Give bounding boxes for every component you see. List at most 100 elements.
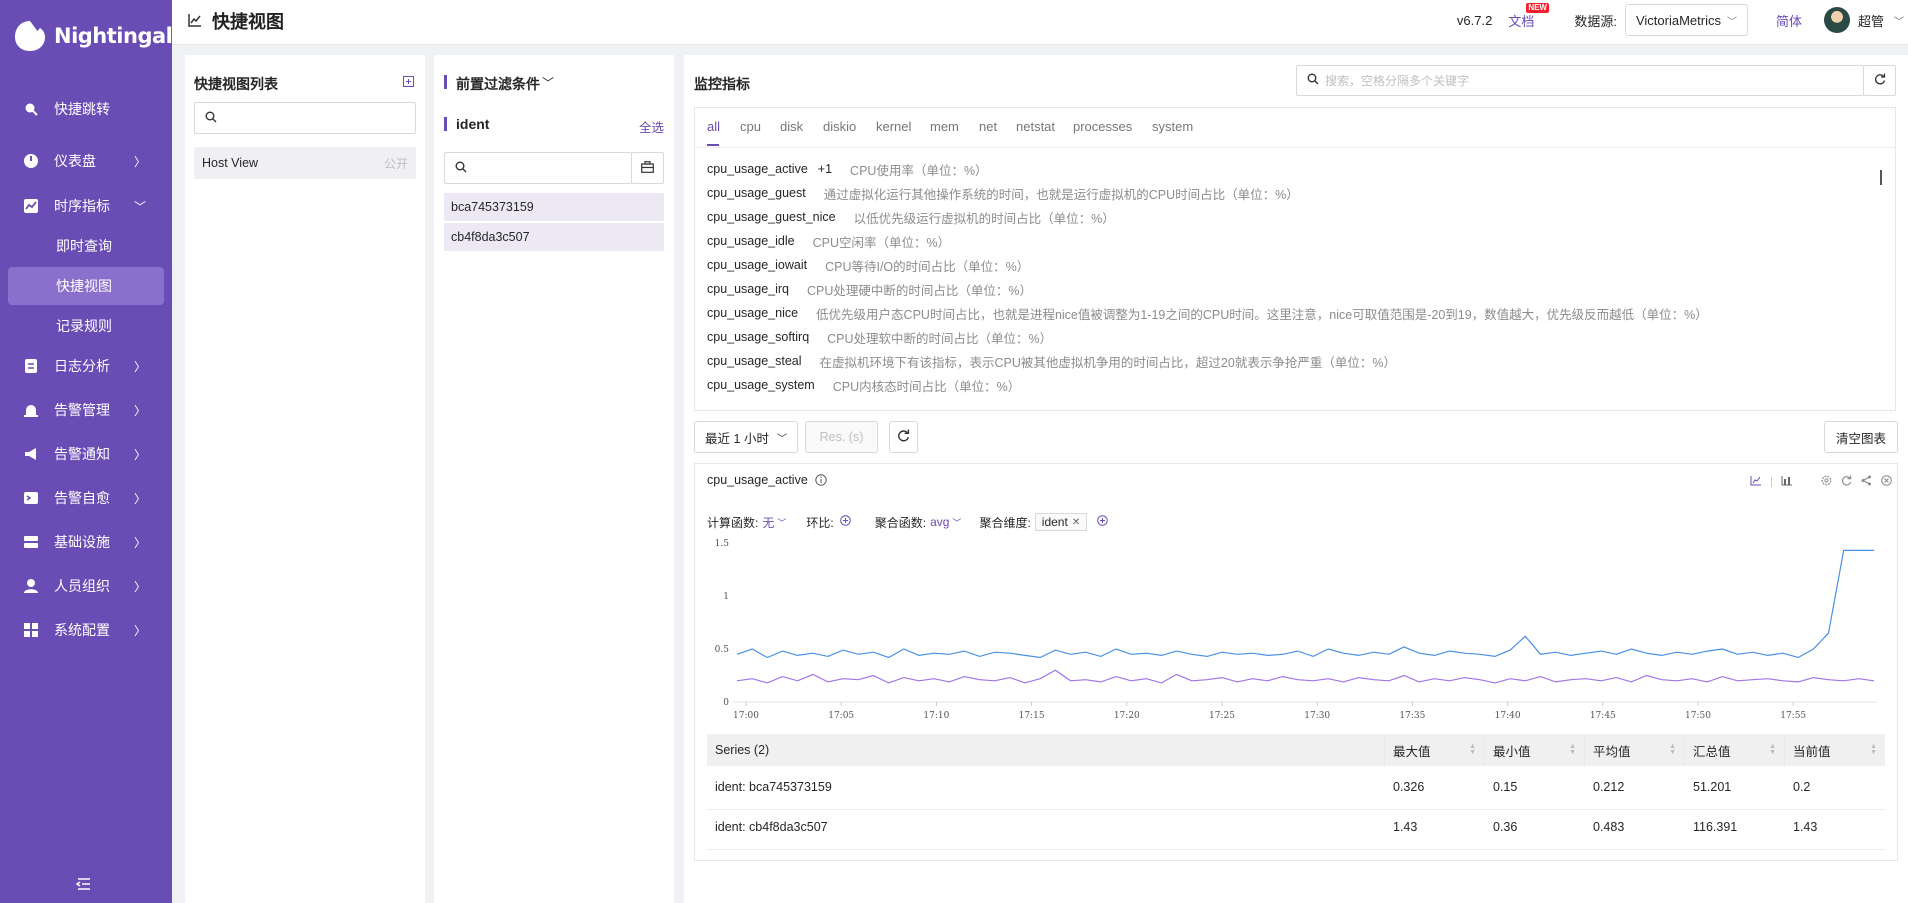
time-range-select[interactable]: 最近 1 小时 ﹀ xyxy=(694,421,798,453)
close-icon[interactable]: ✕ xyxy=(1072,517,1080,528)
ident-list-item[interactable]: bca745373159 xyxy=(444,193,664,221)
tab-netstat[interactable]: netstat xyxy=(1016,119,1055,134)
metric-row[interactable]: cpu_usage_steal 在虚拟机环境下有该指标，表示CPU被其他虚拟机争用… xyxy=(707,352,1396,370)
col-min[interactable]: 最小值 ▲ ▼ xyxy=(1484,734,1584,766)
add-dim-icon[interactable] xyxy=(1097,515,1109,529)
metrics-title: 监控指标 xyxy=(694,76,750,92)
sort-icon[interactable]: ▲ ▼ xyxy=(1870,743,1877,756)
dim-tag[interactable]: ident ✕ xyxy=(1034,513,1088,531)
tab-net[interactable]: net xyxy=(979,119,997,134)
metric-row[interactable]: cpu_usage_guest 通过虚拟化运行其他操作系统的时间，也就是运行虚拟机… xyxy=(707,184,1299,202)
chevron-right-icon: 〉 xyxy=(133,359,146,374)
scrollbar-thumb[interactable] xyxy=(1880,170,1882,185)
sort-icon[interactable]: ▲ ▼ xyxy=(1569,743,1576,756)
avatar[interactable] xyxy=(1823,7,1850,33)
col-max[interactable]: 最大值 ▲ ▼ xyxy=(1384,734,1484,766)
nav-sub-instant-query[interactable]: 即时查询 xyxy=(8,227,164,265)
timeseries-chart[interactable]: 0 0.5 1 1.5 17:00 17:05 17:10 17:15 17:20 17:25 17… xyxy=(707,535,1885,730)
metric-row[interactable]: cpu_usage_nice 低优先级用户态CPU时间占比，也就是进程nice值被… xyxy=(707,304,1708,322)
docs-link[interactable]: 文档 NEW xyxy=(1508,2,1549,30)
nav-sub-record-rules[interactable]: 记录规则 xyxy=(8,307,164,345)
series-line-2[interactable] xyxy=(736,669,1875,684)
series-line-1[interactable] xyxy=(736,549,1874,659)
col-avg[interactable]: 平均值 ▲ ▼ xyxy=(1584,734,1684,766)
line-chart-icon[interactable] xyxy=(1750,474,1762,489)
col-current[interactable]: 当前值 ▲ ▼ xyxy=(1784,734,1885,766)
logo[interactable]: Nightingale xyxy=(12,14,187,58)
nav-system-config[interactable]: 系统配置 〉 xyxy=(8,611,164,649)
metric-row[interactable]: cpu_usage_system CPU内核态时间占比（单位：%） xyxy=(707,376,1020,394)
x-tick-label: 17:40 xyxy=(1495,711,1521,721)
new-badge: NEW xyxy=(1526,2,1549,13)
chevron-right-icon: 〉 xyxy=(133,535,146,550)
filter-title[interactable]: 前置过滤条件 xyxy=(456,74,540,94)
language-switch[interactable]: 简体 xyxy=(1776,11,1802,30)
metric-row[interactable]: cpu_usage_idle CPU空闲率（单位：%） xyxy=(707,232,950,250)
close-icon[interactable] xyxy=(1881,474,1892,489)
nav-people-org[interactable]: 人员组织 〉 xyxy=(8,567,164,605)
nav-alert-selfheal[interactable]: 告警自愈 〉 xyxy=(8,479,164,517)
ident-search-input[interactable] xyxy=(444,152,632,184)
chevron-down-icon[interactable]: ﹀ xyxy=(542,74,554,91)
tab-disk[interactable]: disk xyxy=(780,119,803,134)
table-cell: 0.2 xyxy=(1793,780,1811,794)
metric-refresh-button[interactable] xyxy=(1863,65,1896,96)
tab-cpu[interactable]: cpu xyxy=(740,119,761,134)
datasource-select[interactable]: VictoriaMetrics ﹀ xyxy=(1624,4,1748,36)
sort-icon[interactable]: ▲ ▼ xyxy=(1669,743,1676,756)
nav-sub-label: 记录规则 xyxy=(56,318,112,334)
nav-dashboard[interactable]: 仪表盘 〉 xyxy=(8,142,164,180)
chart-refresh-button[interactable] xyxy=(889,421,918,453)
ident-list-item[interactable]: cb4f8da3c507 xyxy=(444,223,664,251)
settings-icon[interactable] xyxy=(1821,474,1832,489)
tab-system[interactable]: system xyxy=(1152,119,1193,134)
info-icon[interactable] xyxy=(815,474,827,489)
tab-kernel[interactable]: kernel xyxy=(876,119,911,134)
tab-processes[interactable]: processes xyxy=(1073,119,1132,134)
sort-icon[interactable]: ▲ ▼ xyxy=(1469,743,1476,756)
nav-log-analysis[interactable]: 日志分析 〉 xyxy=(8,347,164,385)
ident-filter-button[interactable] xyxy=(631,152,664,184)
agg-func-select[interactable]: avg xyxy=(930,515,949,529)
nav-sub-quick-view[interactable]: 快捷视图 xyxy=(8,267,164,305)
chevron-down-icon[interactable]: ﹀ xyxy=(952,516,961,529)
nav-alert-notify[interactable]: 告警通知 〉 xyxy=(8,435,164,473)
metric-row[interactable]: cpu_usage_iowait CPU等待I/O的时间占比（单位：%） xyxy=(707,256,1029,274)
user-name[interactable]: 超管 xyxy=(1858,11,1884,30)
add-view-icon[interactable] xyxy=(403,75,414,90)
share-icon[interactable] xyxy=(1861,474,1872,489)
metric-row[interactable]: cpu_usage_irq CPU处理硬中断的时间占比（单位：%） xyxy=(707,280,1032,298)
tab-mem[interactable]: mem xyxy=(930,119,959,134)
chevron-down-icon: ﹀ xyxy=(133,199,146,214)
col-sum[interactable]: 汇总值 ▲ ▼ xyxy=(1684,734,1784,766)
nav-quick-jump[interactable]: 快捷跳转 xyxy=(8,90,164,128)
metric-row[interactable]: cpu_usage_active +1 CPU使用率（单位：%） xyxy=(707,160,988,178)
metric-row[interactable]: cpu_usage_softirq CPU处理软中断的时间占比（单位：%） xyxy=(707,328,1052,346)
metric-name: cpu_usage_iowait xyxy=(707,258,808,272)
calc-func-select[interactable]: 无 xyxy=(762,514,774,531)
sort-icon[interactable]: ▲ ▼ xyxy=(1769,743,1776,756)
chevron-down-icon: ﹀ xyxy=(776,433,787,445)
row-divider xyxy=(707,849,1885,850)
select-all-link[interactable]: 全选 xyxy=(639,117,664,136)
nav-alert-management[interactable]: 告警管理 〉 xyxy=(8,391,164,429)
add-ratio-icon[interactable] xyxy=(839,515,851,529)
nav-metrics[interactable]: 时序指标 ﹀ xyxy=(8,187,164,225)
version-text: v6.7.2 xyxy=(1456,12,1493,28)
metric-name: cpu_usage_steal xyxy=(707,354,802,368)
bar-chart-icon[interactable] xyxy=(1781,474,1793,489)
chevron-down-icon[interactable]: ﹀ xyxy=(1894,13,1904,28)
nav-infrastructure[interactable]: 基础设施 〉 xyxy=(8,523,164,561)
tab-all[interactable]: all xyxy=(707,119,720,134)
tab-diskio[interactable]: diskio xyxy=(823,119,856,134)
menu-collapse-icon[interactable] xyxy=(75,877,96,897)
view-search-input[interactable] xyxy=(194,102,416,134)
clear-charts-button[interactable]: 清空图表 xyxy=(1824,421,1898,453)
refresh-icon[interactable] xyxy=(1841,474,1852,489)
metric-search-input[interactable]: 搜索，空格分隔多个关键字 xyxy=(1296,65,1864,96)
resolution-input[interactable]: Res. (s) xyxy=(805,421,878,453)
chevron-down-icon[interactable]: ﹀ xyxy=(777,516,786,529)
metric-row[interactable]: cpu_usage_guest_nice 以低优先级运行虚拟机的时间占比（单位：%… xyxy=(707,208,1115,226)
ratio-label: 环比: xyxy=(806,515,834,530)
view-list-item[interactable]: Host View 公开 xyxy=(194,147,416,179)
